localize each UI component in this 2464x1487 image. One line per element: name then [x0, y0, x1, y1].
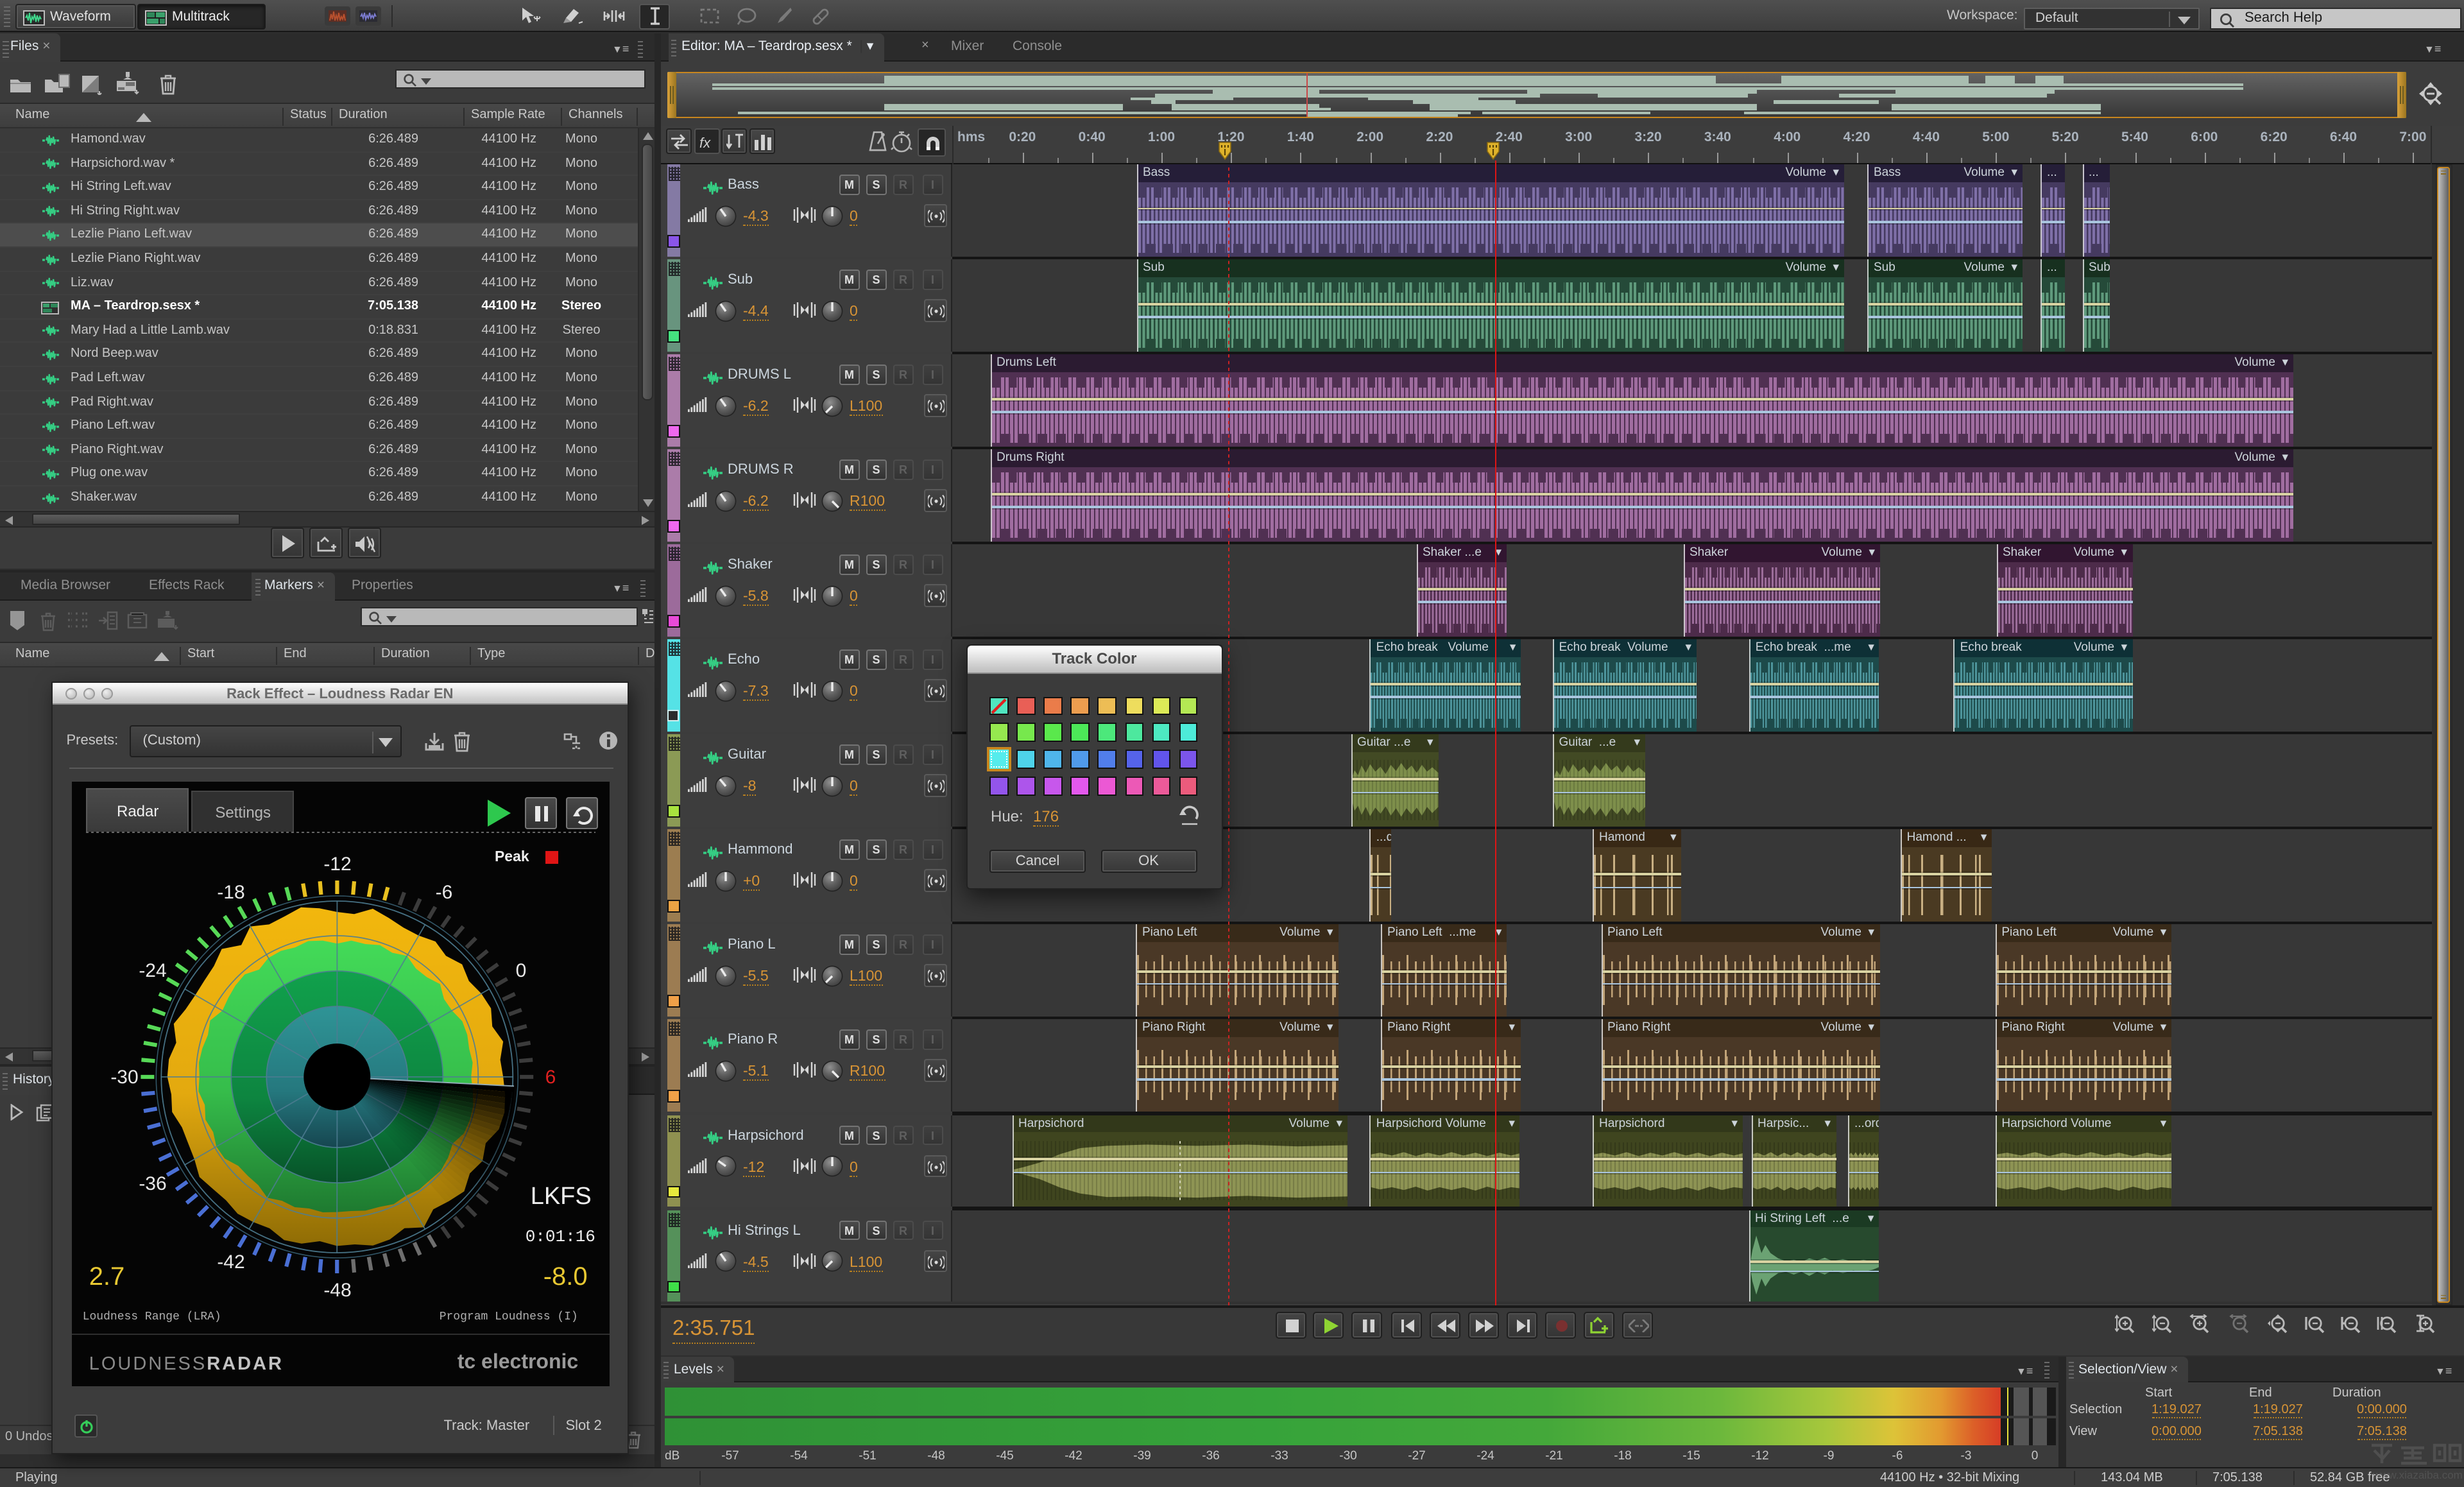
svg-text:-42: -42 [218, 1251, 245, 1273]
svg-text:0: 0 [516, 960, 527, 981]
svg-text:www.xiazaiba.com: www.xiazaiba.com [2372, 1469, 2463, 1481]
svg-text:-12: -12 [324, 854, 352, 875]
svg-text:-30: -30 [111, 1067, 139, 1088]
svg-text:-24: -24 [139, 960, 167, 981]
svg-text:-36: -36 [139, 1173, 167, 1194]
svg-text:-18: -18 [218, 882, 245, 903]
svg-text:-48: -48 [324, 1280, 352, 1301]
svg-text:-6: -6 [436, 882, 453, 903]
svg-text:6: 6 [545, 1067, 556, 1088]
svg-text:fx: fx [699, 135, 710, 151]
